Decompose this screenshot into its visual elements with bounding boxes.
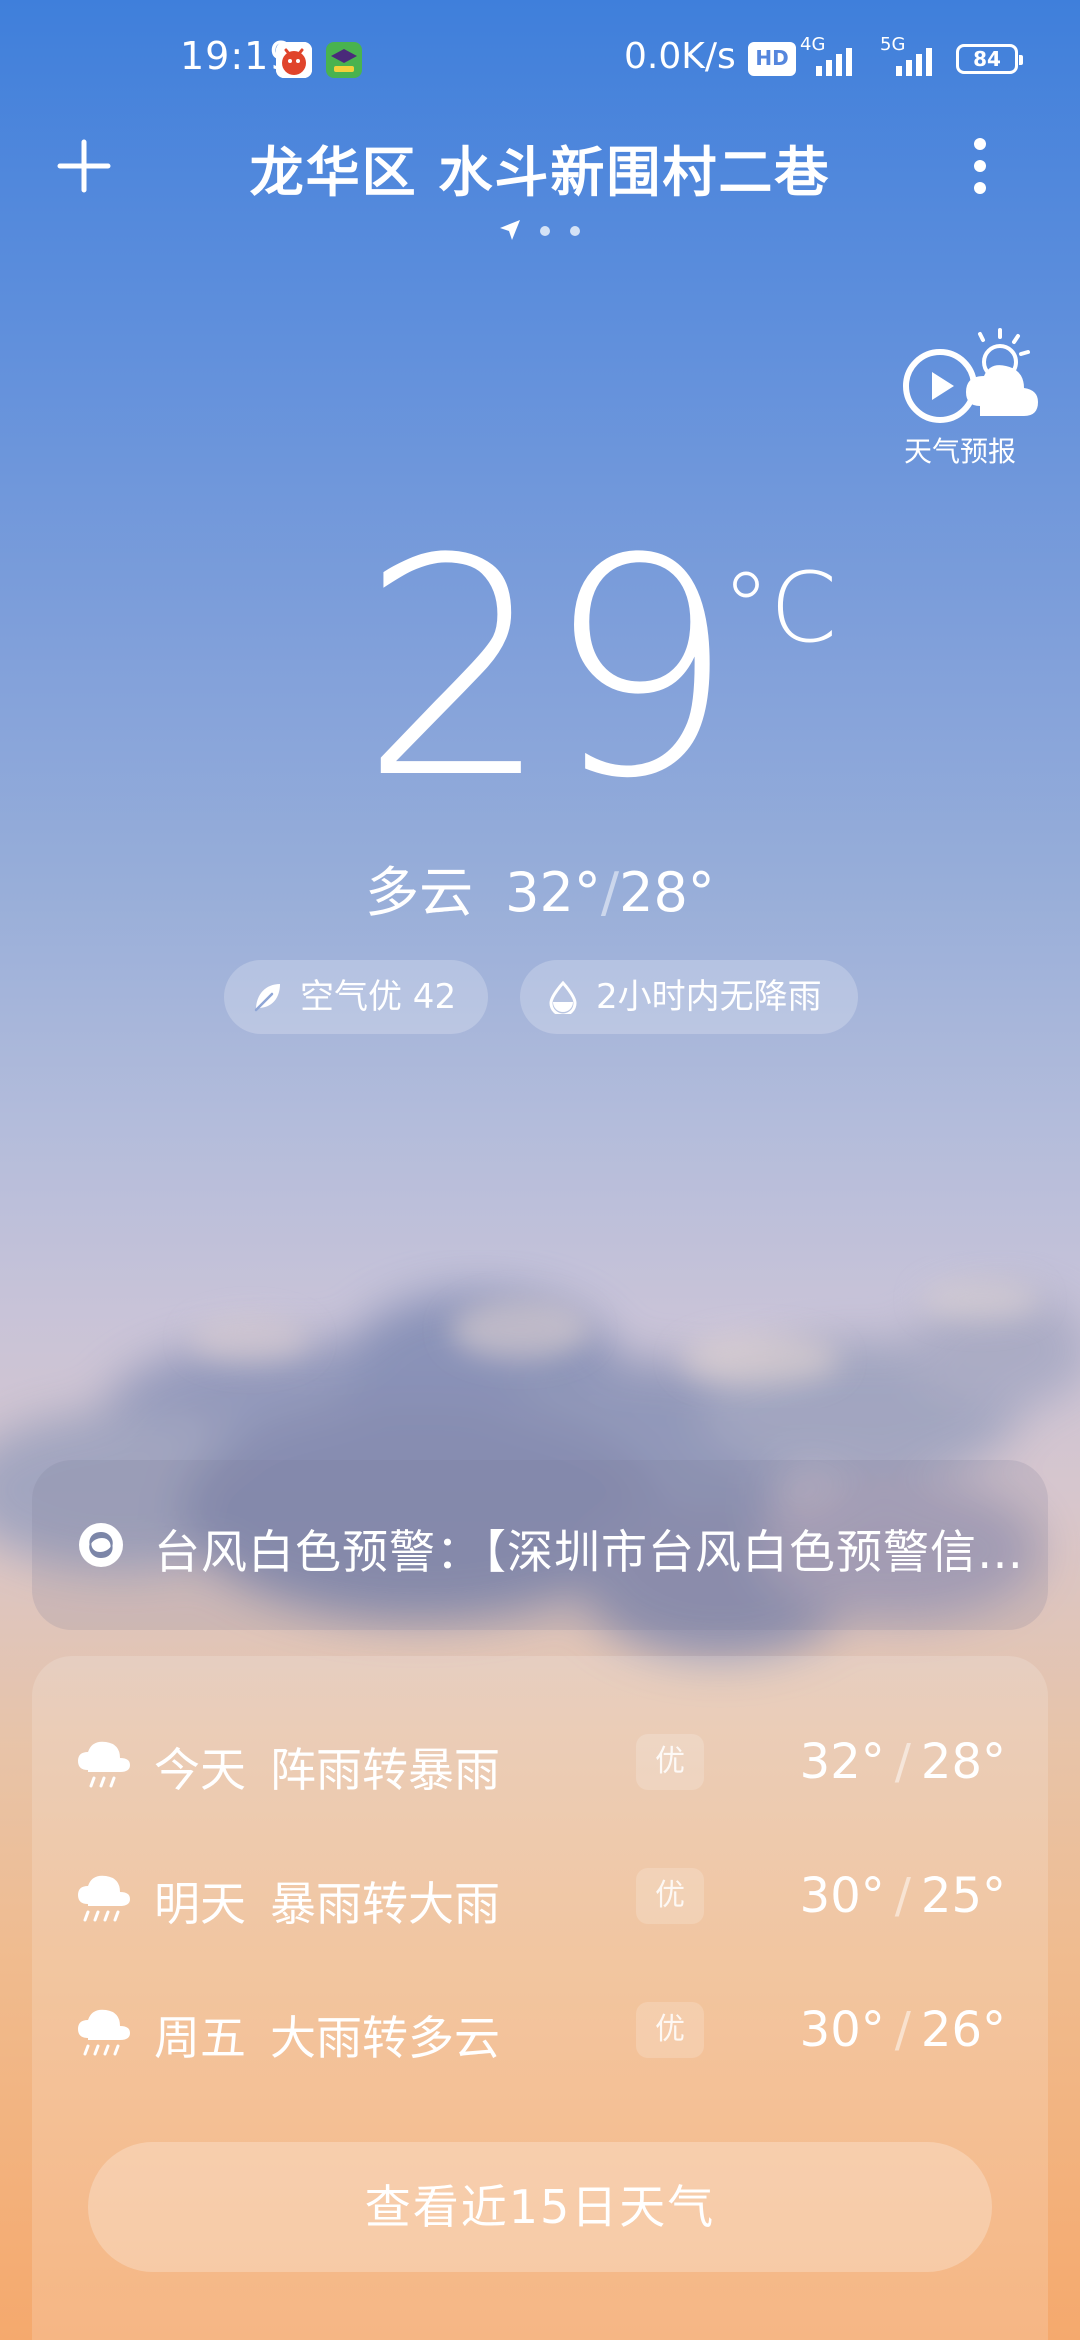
weather-forecast-video-button[interactable]: 天气预报 — [880, 326, 1040, 476]
day-name: 周五 — [154, 2011, 246, 2065]
daily-row-tomorrow[interactable]: 明天 暴雨转大雨 优 30°/25° — [32, 1846, 1048, 1946]
day-description: 暴雨转大雨 — [270, 1877, 500, 1931]
view-15-day-forecast-button[interactable]: 查看近15日天气 — [88, 2142, 992, 2272]
day-temperatures: 30°/25° — [800, 1868, 1006, 1924]
day-temperatures: 30°/26° — [800, 2002, 1006, 2058]
more-menu-button[interactable] — [940, 126, 1020, 206]
page-dot — [540, 226, 550, 236]
status-bar: 19:19 0.0K/s HD 4G 5G 84 — [0, 0, 1080, 120]
signal-icon-2 — [896, 48, 932, 76]
heavy-rain-cloud-icon — [78, 2009, 130, 2056]
network-speed: 0.0K/s — [624, 36, 736, 77]
battery-level: 84 — [973, 47, 1001, 71]
air-quality-chip[interactable]: 空气优 42 — [224, 960, 488, 1034]
day-name: 今天 — [154, 1743, 246, 1797]
page-indicator — [496, 218, 596, 242]
today-low: 28° — [619, 861, 715, 924]
battery-icon: 84 — [956, 44, 1023, 74]
day-name: 明天 — [154, 1877, 246, 1931]
app-notification-icon-1 — [276, 42, 312, 78]
day-low: 26° — [920, 2002, 1006, 2058]
page-dot — [570, 226, 580, 236]
aqi-badge: 优 — [636, 1868, 704, 1924]
app-notification-icon-2 — [326, 42, 362, 78]
air-quality-text: 空气优 42 — [300, 977, 457, 1017]
leaf-icon — [254, 984, 280, 1012]
hd-voice-icon: HD — [748, 42, 796, 76]
typhoon-alert-card[interactable]: 台风白色预警：【深圳市台风白色预警信号】 — [32, 1460, 1048, 1630]
typhoon-icon — [79, 1523, 123, 1567]
aqi-badge: 优 — [636, 1734, 704, 1790]
heavy-rain-cloud-icon — [78, 1875, 130, 1922]
today-high: 32° — [505, 861, 601, 924]
aqi-badge: 优 — [636, 2002, 704, 2058]
day-description: 阵雨转暴雨 — [270, 1743, 500, 1797]
rain-forecast-chip[interactable]: 2小时内无降雨 — [520, 960, 858, 1034]
day-high: 32° — [799, 1734, 885, 1790]
temp-separator: / — [600, 861, 620, 924]
location-arrow-icon — [500, 220, 520, 240]
rain-forecast-text: 2小时内无降雨 — [596, 977, 822, 1017]
temp-separator: / — [894, 1734, 911, 1790]
video-weather-icon — [903, 328, 1038, 423]
typhoon-alert-text: 台风白色预警：【深圳市台风白色预警信号】 — [154, 1525, 1034, 1579]
day-low: 25° — [920, 1868, 1006, 1924]
current-condition-row: 多云 32°/28° — [240, 848, 840, 927]
day-temperatures: 32°/28° — [800, 1734, 1006, 1790]
day-high: 30° — [799, 1868, 885, 1924]
temp-separator: / — [894, 2002, 911, 2058]
day-high: 30° — [799, 2002, 885, 2058]
day-description: 大雨转多云 — [270, 2011, 500, 2065]
daily-row-today[interactable]: 今天 阵雨转暴雨 优 32°/28° — [32, 1712, 1048, 1812]
add-city-button[interactable] — [44, 126, 124, 206]
water-drop-icon — [549, 980, 577, 1014]
location-title: 龙华区 水斗新围村二巷 — [249, 141, 831, 204]
more-vertical-icon — [974, 138, 986, 194]
rain-cloud-icon — [78, 1741, 130, 1788]
daily-row-friday[interactable]: 周五 大雨转多云 优 30°/26° — [32, 1980, 1048, 2080]
temp-separator: / — [894, 1868, 911, 1924]
current-condition: 多云 — [365, 861, 474, 924]
signal-icon-1 — [816, 48, 852, 76]
day-low: 28° — [920, 1734, 1006, 1790]
plus-icon — [57, 139, 111, 193]
temperature-unit: °C — [722, 552, 838, 664]
current-temperature: 29 — [360, 495, 736, 844]
weather-forecast-label: 天气预报 — [903, 435, 1016, 468]
